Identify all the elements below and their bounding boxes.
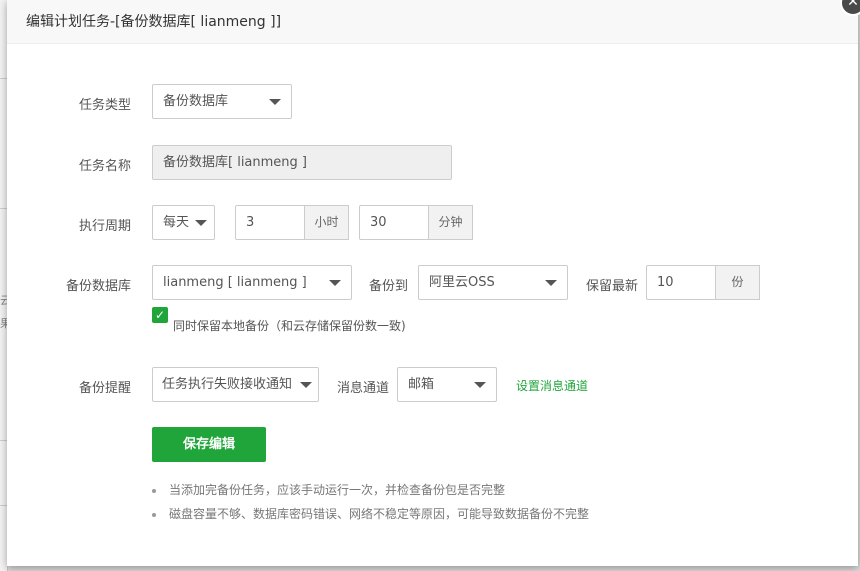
- notify-label: 备份提醒: [78, 381, 131, 396]
- backup-db-value: lianmeng [ lianmeng ]: [163, 275, 307, 290]
- tips-list: 当添加完备份任务，应该手动运行一次，并检查备份包是否完整 磁盘容量不够、数据库密…: [152, 482, 589, 530]
- keep-latest-label: 保留最新: [585, 279, 638, 294]
- channel-label: 消息通道: [336, 381, 389, 396]
- tip-item: 磁盘容量不够、数据库密码错误、网络不稳定等原因，可能导致数据备份不完整: [152, 506, 589, 530]
- close-icon: ✕: [847, 0, 859, 10]
- backup-db-label: 备份数据库: [65, 279, 131, 294]
- keep-count-value: 10: [657, 275, 674, 290]
- task-name-input[interactable]: 备份数据库[ lianmeng ]: [152, 145, 452, 180]
- task-name-value: 备份数据库[ lianmeng ]: [163, 155, 307, 170]
- tip-item: 当添加完备份任务，应该手动运行一次，并检查备份包是否完整: [152, 482, 589, 506]
- period-label: 执行周期: [78, 219, 131, 234]
- minute-input[interactable]: 30 分钟: [359, 205, 473, 240]
- task-name-label: 任务名称: [78, 159, 131, 174]
- keep-count-unit: 份: [715, 265, 760, 300]
- hour-value: 3: [246, 215, 255, 230]
- task-type-label: 任务类型: [78, 98, 131, 113]
- caret-down-icon: [300, 382, 312, 388]
- notify-value: 任务执行失败接收通知: [162, 377, 293, 392]
- keep-count-input[interactable]: 10 份: [646, 265, 760, 300]
- period-freq-select[interactable]: 每天: [152, 205, 215, 240]
- backup-db-select[interactable]: lianmeng [ lianmeng ]: [152, 265, 352, 300]
- edit-task-dialog: 编辑计划任务-[备份数据库[ lianmeng ]] 任务类型 备份数据库 任务…: [7, 0, 858, 566]
- backup-to-value: 阿里云OSS: [429, 275, 495, 290]
- dialog-title: 编辑计划任务-[备份数据库[ lianmeng ]]: [26, 14, 282, 30]
- backup-to-select[interactable]: 阿里云OSS: [418, 265, 568, 300]
- task-type-value: 备份数据库: [163, 94, 229, 109]
- caret-down-icon: [329, 280, 341, 286]
- channel-select[interactable]: 邮箱: [397, 367, 497, 402]
- hour-input[interactable]: 3 小时: [235, 205, 349, 240]
- caret-down-icon: [195, 220, 207, 226]
- notify-select[interactable]: 任务执行失败接收通知: [152, 367, 319, 402]
- keep-local-label: 同时保留本地备份（和云存储保留份数一致): [173, 319, 406, 333]
- setup-channel-link[interactable]: 设置消息通道: [516, 377, 588, 394]
- backup-to-label: 备份到: [368, 279, 408, 294]
- minute-value: 30: [370, 215, 387, 230]
- caret-down-icon: [474, 382, 486, 388]
- caret-down-icon: [545, 280, 557, 286]
- dialog-header: 编辑计划任务-[备份数据库[ lianmeng ]]: [7, 0, 858, 44]
- check-icon: ✓: [154, 308, 166, 322]
- minute-unit: 分钟: [428, 205, 473, 240]
- caret-down-icon: [269, 99, 281, 105]
- keep-local-checkbox[interactable]: ✓: [152, 307, 168, 323]
- save-button[interactable]: 保存编辑: [152, 427, 266, 462]
- task-type-select[interactable]: 备份数据库: [152, 84, 292, 119]
- channel-value: 邮箱: [408, 377, 435, 392]
- hour-unit: 小时: [304, 205, 349, 240]
- period-freq-value: 每天: [163, 215, 190, 230]
